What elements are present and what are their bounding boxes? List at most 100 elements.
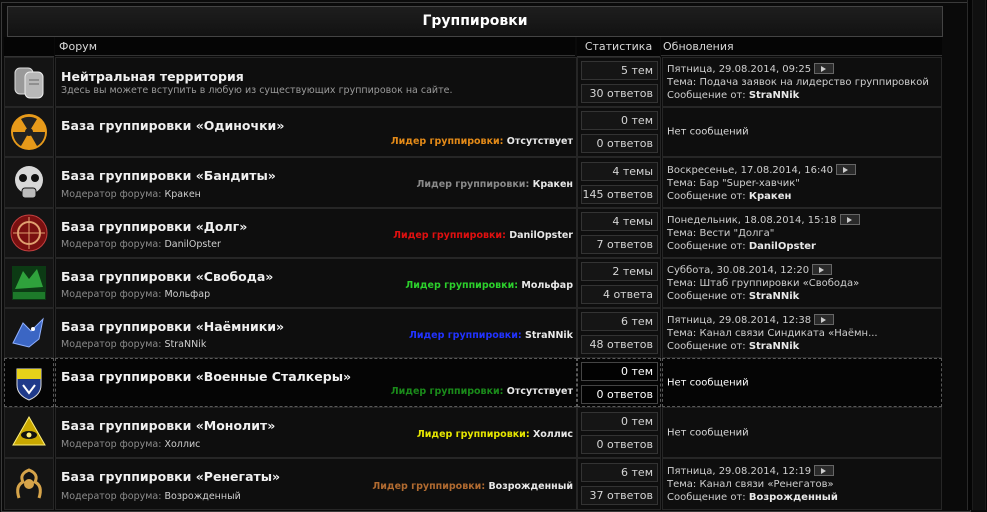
faction-leader: Лидер группировки: Кракен [416, 179, 573, 190]
moderator-link[interactable]: Кракен [164, 189, 200, 200]
forum-row: База группировки «Долг» Модератор форума:… [4, 208, 942, 258]
forum-updates-cell: Пятница, 29.08.2014, 09:25 Тема: Подача з… [662, 57, 942, 107]
forum-title-link[interactable]: База группировки «Долг» [61, 219, 247, 234]
leader-link[interactable]: Мольфар [521, 280, 573, 291]
last-post-author: Сообщение от: DanilOpster [667, 241, 816, 252]
faction-leader: Лидер группировки: Холлис [416, 429, 573, 440]
go-to-post-icon[interactable] [839, 213, 860, 225]
forum-title-link[interactable]: База группировки «Наёмники» [61, 319, 284, 334]
posts-count: 30 ответов [581, 84, 658, 103]
dog-tags-icon [14, 67, 44, 99]
forum-title-link[interactable]: База группировки «Монолит» [61, 418, 275, 433]
last-post-date: Пятница, 29.08.2014, 12:19 [667, 464, 835, 478]
forum-title-link[interactable]: Нейтральная территория [61, 69, 244, 84]
last-post-author: Сообщение от: Кракен [667, 191, 792, 202]
last-topic-link[interactable]: Тема: Штаб группировки «Свобода» [667, 277, 859, 290]
posts-count: 48 ответов [581, 335, 658, 354]
forum-stats-cell: 5 тем 30 ответов [577, 57, 661, 107]
radiation-sign-icon [11, 114, 47, 150]
author-link[interactable]: Возрожденный [749, 492, 838, 503]
leader-link[interactable]: Отсутствует [507, 386, 573, 397]
forum-info-cell: База группировки «Свобода» Модератор фору… [55, 258, 577, 308]
moderator-link[interactable]: StraNNik [164, 339, 206, 350]
posts-count: 7 ответов [581, 235, 658, 254]
forum-row: База группировки «Свобода» Модератор фору… [4, 258, 942, 308]
posts-count: 4 ответа [581, 285, 658, 304]
topics-count: 2 темы [581, 262, 658, 281]
moderator-link[interactable]: Возрожденный [164, 491, 240, 502]
forum-updates-cell: Нет сообщений [662, 407, 942, 458]
forum-icon-cell[interactable] [4, 458, 54, 510]
forum-moderator: Модератор форума: Холлис [61, 439, 201, 450]
go-to-post-icon[interactable] [814, 313, 835, 325]
forum-icon-cell[interactable] [4, 208, 54, 258]
forum-row: База группировки «Военные Сталкеры» Лидер… [4, 358, 942, 407]
forum-updates-cell: Воскресенье, 17.08.2014, 16:40 Тема: Бар … [662, 157, 942, 208]
forum-updates-cell: Пятница, 29.08.2014, 12:19 Тема: Канал св… [662, 458, 942, 510]
go-to-post-icon[interactable] [814, 464, 835, 476]
last-post-date: Суббота, 30.08.2014, 12:20 [667, 263, 833, 277]
topics-count: 6 тем [581, 463, 658, 482]
go-to-post-icon[interactable] [836, 163, 857, 175]
forum-title-link[interactable]: База группировки «Свобода» [61, 269, 273, 284]
author-link[interactable]: DanilOpster [749, 241, 816, 252]
last-post-author: Сообщение от: Возрожденный [667, 492, 838, 503]
forum-stats-cell: 0 тем 0 ответов [577, 107, 661, 157]
forum-icon-cell[interactable] [4, 358, 54, 407]
topics-count: 4 темы [581, 162, 658, 181]
forum-title-link[interactable]: База группировки «Одиночки» [61, 118, 284, 133]
last-topic-link[interactable]: Тема: Канал связи «Ренегатов» [667, 478, 834, 491]
author-link[interactable]: StraNNik [749, 291, 799, 302]
posts-count: 0 ответов [581, 385, 658, 404]
forum-description: Здесь вы можете вступить в любую из суще… [61, 85, 453, 96]
no-messages-text: Нет сообщений [667, 427, 749, 438]
last-post-date: Понедельник, 18.08.2014, 15:18 [667, 213, 860, 227]
moderator-link[interactable]: DanilOpster [164, 239, 220, 250]
forum-moderator: Модератор форума: DanilOpster [61, 239, 221, 250]
posts-count: 0 ответов [581, 134, 658, 153]
leader-link[interactable]: Холлис [533, 429, 573, 440]
last-topic-link[interactable]: Тема: Подача заявок на лидерство группир… [667, 76, 929, 89]
forum-title-link[interactable]: База группировки «Военные Сталкеры» [61, 369, 351, 384]
forum-title-link[interactable]: База группировки «Ренегаты» [61, 469, 280, 484]
header-updates: Обновления [661, 37, 942, 56]
page-scrollbar[interactable] [967, 0, 987, 510]
skull-gasmask-icon [15, 165, 43, 198]
go-to-post-icon[interactable] [812, 263, 833, 275]
forum-icon-cell[interactable] [4, 258, 54, 308]
freedom-wolf-icon [12, 266, 46, 300]
faction-leader: Лидер группировки: StraNNik [408, 330, 573, 341]
forum-info-cell: База группировки «Долг» Модератор форума:… [55, 208, 577, 258]
moderator-link[interactable]: Мольфар [164, 289, 210, 300]
author-link[interactable]: StraNNik [749, 341, 799, 352]
forum-info-cell: База группировки «Бандиты» Модератор фору… [55, 157, 577, 208]
leader-link[interactable]: Кракен [533, 179, 573, 190]
forum-icon-cell[interactable] [4, 107, 54, 157]
go-to-post-icon[interactable] [814, 62, 835, 74]
topics-count: 0 тем [581, 412, 658, 431]
leader-link[interactable]: StraNNik [525, 330, 573, 341]
leader-link[interactable]: DanilOpster [509, 230, 573, 241]
moderator-link[interactable]: Холлис [164, 439, 200, 450]
forum-stats-cell: 2 темы 4 ответа [577, 258, 661, 308]
forum-icon-cell[interactable] [4, 57, 54, 107]
forum-moderator: Модератор форума: Кракен [61, 189, 201, 200]
forum-icon-cell[interactable] [4, 308, 54, 358]
posts-count: 0 ответов [581, 435, 658, 454]
leader-link[interactable]: Возрожденный [488, 481, 573, 492]
forum-title-link[interactable]: База группировки «Бандиты» [61, 168, 276, 183]
forum-panel: Группировки Форум Статистика Обновления … [1, 2, 971, 512]
last-topic-link[interactable]: Тема: Бар "Super-хавчик" [667, 177, 800, 190]
author-link[interactable]: StraNNik [749, 90, 799, 101]
last-post-date: Пятница, 29.08.2014, 09:25 [667, 62, 835, 76]
forum-icon-cell[interactable] [4, 157, 54, 208]
topics-count: 5 тем [581, 61, 658, 80]
posts-count: 145 ответов [581, 185, 658, 204]
author-link[interactable]: Кракен [749, 191, 792, 202]
forum-stats-cell: 4 темы 145 ответов [577, 157, 661, 208]
last-topic-link[interactable]: Тема: Вести "Долга" [667, 227, 774, 240]
forum-icon-cell[interactable] [4, 407, 54, 458]
leader-link[interactable]: Отсутствует [507, 136, 573, 147]
last-topic-link[interactable]: Тема: Канал связи Синдиката «Наёмн... [667, 327, 878, 340]
last-post-author: Сообщение от: StraNNik [667, 291, 800, 302]
